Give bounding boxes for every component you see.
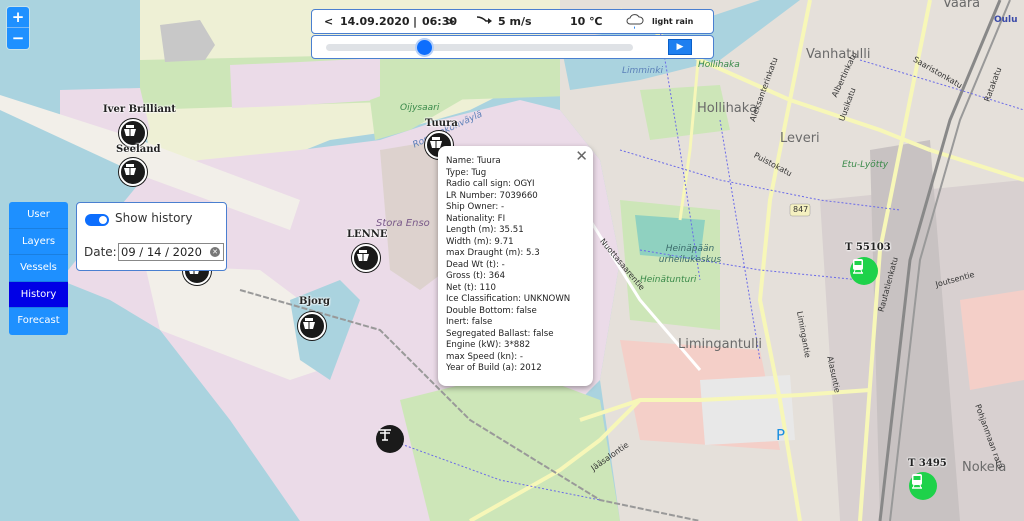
date-time-separator: | (413, 15, 418, 28)
next-time-button[interactable]: > (446, 15, 455, 28)
vessel-info-row: Ice Classification: UNKNOWN (446, 294, 571, 304)
green-label: Hollihaka (698, 60, 740, 70)
vessel-info-row: max Draught (m): 5.3 (446, 248, 540, 258)
vessel-info-row: Engine (kW): 3*882 (446, 340, 531, 350)
wind-arrow-icon (476, 14, 494, 29)
ship-icon (124, 164, 136, 175)
parking-symbol: P (776, 426, 786, 444)
zoom-out-button[interactable]: − (7, 28, 29, 49)
menu-item-forecast[interactable]: Forecast (9, 308, 68, 335)
train-marker-3495[interactable] (909, 472, 937, 500)
district-label: Vanhatulli (806, 47, 871, 62)
weather-description: light rain (652, 17, 694, 26)
time-slider-panel: ▶ (311, 35, 714, 59)
district-label: Limingantulli (678, 337, 762, 352)
vessel-info-row: Inert: false (446, 317, 493, 327)
vessel-info-row: Dead Wt (t): - (446, 259, 505, 270)
play-button[interactable]: ▶ (668, 39, 692, 55)
show-history-label: Show history (115, 211, 193, 225)
district-label: Vaara (943, 0, 981, 11)
vessel-label: Bjorg (299, 296, 331, 307)
vessel-marker-iver-brilliant[interactable] (119, 119, 147, 147)
temperature: 10 ℃ (570, 15, 603, 28)
vessel-info-row: Ship Owner: - (446, 202, 505, 212)
vessel-info-list: Name: Tuura Type: Tug Radio call sign: O… (446, 156, 593, 375)
vessel-marker-seeland[interactable] (119, 158, 147, 186)
zoom-control: + − (6, 6, 30, 50)
menu-item-vessels[interactable]: Vessels (9, 255, 68, 282)
district-label: Leveri (780, 131, 820, 146)
menu-item-history[interactable]: History (9, 281, 68, 308)
vessel-marker-lenne[interactable] (352, 244, 380, 272)
date-label: Date: (84, 245, 117, 259)
close-popup-button[interactable]: ✕ (575, 149, 588, 164)
train-marker-55103[interactable] (850, 257, 878, 285)
vessel-info-row: Width (m): 9.71 (446, 236, 514, 247)
train-label: T 3495 (908, 458, 947, 469)
history-panel: Show history Date: 09 / 14 / 2020 ✕ (76, 202, 227, 271)
vessel-label: Seeland (116, 144, 161, 155)
city-label: Oulu (994, 15, 1018, 25)
vessel-info-row: Length (m): 35.51 (446, 225, 524, 235)
side-menu: User Layers Vessels History Forecast (9, 202, 68, 335)
menu-item-user[interactable]: User (9, 202, 68, 229)
vessel-info-row: Gross (t): 364 (446, 271, 506, 281)
industrial-label: Stora Enso (376, 218, 430, 229)
vessel-info-row: max Speed (kn): - (446, 351, 523, 362)
vessel-info-popup: ✕ Name: Tuura Type: Tug Radio call sign:… (438, 146, 593, 386)
vessel-info-row: Year of Build (a): 2012 (446, 363, 542, 373)
menu-item-layers[interactable]: Layers (9, 229, 68, 255)
water-label: Limminki (622, 66, 663, 76)
district-label: Hollihaka (697, 101, 758, 116)
vessel-info-row: Net (t): 110 (446, 282, 496, 293)
green-label: Oijysaari (400, 103, 440, 113)
park-label: Heinäpään urheilukeskus (658, 244, 722, 265)
zoom-in-button[interactable]: + (7, 7, 29, 28)
power-line-icon (376, 425, 404, 453)
vessel-info-row: Radio call sign: OGYI (446, 179, 535, 189)
vessel-label: Tuura (425, 118, 458, 129)
ship-icon (357, 250, 369, 261)
vessel-info-row: LR Number: 7039660 (446, 190, 538, 201)
train-icon (912, 474, 922, 489)
train-icon (853, 259, 863, 274)
history-date-input[interactable]: 09 / 14 / 2020 ✕ (118, 243, 224, 261)
vessel-label: LENNE (347, 229, 388, 240)
ship-icon (124, 125, 136, 136)
vessel-info-row: Double Bottom: false (446, 305, 537, 316)
wind-speed: 5 m/s (498, 15, 532, 28)
vessel-label: Iver Brilliant (103, 104, 176, 115)
rain-cloud-icon (625, 12, 645, 35)
train-label: T 55103 (845, 242, 891, 253)
vessel-info-row: Name: Tuura (446, 156, 501, 166)
history-date-value: 09 / 14 / 2020 (121, 245, 202, 259)
time-weather-panel: < 14.09.2020 | 06:30 > 5 m/s 10 ℃ light … (311, 9, 714, 34)
green-label: Etu-Lyötty (842, 160, 889, 170)
ship-icon (303, 318, 315, 329)
vessel-marker-bjorg[interactable] (298, 312, 326, 340)
road-shield: 847 (793, 205, 809, 214)
show-history-toggle[interactable] (85, 214, 109, 226)
vessel-info-row: Type: Tug (446, 167, 487, 178)
vessel-info-row: Nationality: FI (446, 213, 506, 224)
previous-time-button[interactable]: < (324, 15, 333, 28)
time-slider-track[interactable] (326, 40, 633, 55)
date-display: 14.09.2020 (340, 15, 410, 28)
time-slider-thumb[interactable] (416, 40, 432, 55)
vessel-info-row: Segregated Ballast: false (446, 328, 554, 339)
clear-date-icon[interactable]: ✕ (210, 247, 220, 257)
green-label: Heinätunturi (640, 275, 697, 285)
